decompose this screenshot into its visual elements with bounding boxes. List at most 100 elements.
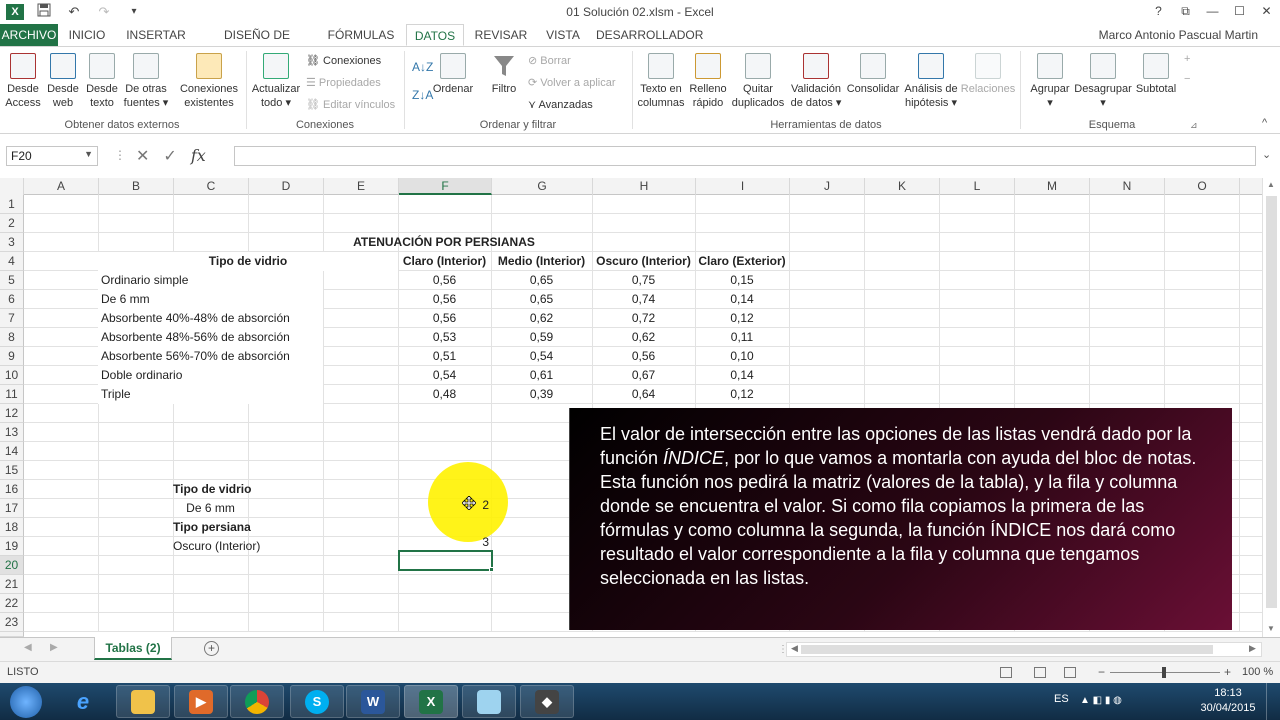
table-cell[interactable]: 0,56 bbox=[398, 290, 491, 309]
tab-formulas[interactable]: FÓRMULAS bbox=[324, 24, 398, 46]
dropdown-tipo-persiana[interactable]: Oscuro (Interior) bbox=[173, 537, 260, 556]
expand-formula-bar-icon[interactable]: ⌄ bbox=[1262, 148, 1271, 161]
subtotal-button[interactable]: Subtotal bbox=[1132, 53, 1180, 96]
row-header[interactable]: 18 bbox=[0, 518, 24, 537]
column-header[interactable]: C bbox=[174, 178, 249, 195]
column-header[interactable]: G bbox=[492, 178, 593, 195]
column-header[interactable]: E bbox=[324, 178, 399, 195]
table-cell[interactable]: 0,15 bbox=[695, 271, 789, 290]
table-cell[interactable]: 0,10 bbox=[695, 347, 789, 366]
col-header-medio-interior[interactable]: Medio (Interior) bbox=[491, 252, 592, 271]
table-cell[interactable]: 0,56 bbox=[398, 271, 491, 290]
group-button[interactable]: Agrupar ▾ bbox=[1026, 53, 1074, 110]
header-tipo-vidrio[interactable]: Tipo de vidrio bbox=[98, 252, 398, 271]
column-header[interactable]: I bbox=[696, 178, 790, 195]
page-break-icon[interactable] bbox=[1064, 667, 1076, 678]
row-header[interactable]: 6 bbox=[0, 290, 24, 309]
column-header[interactable]: L bbox=[940, 178, 1015, 195]
column-header[interactable]: H bbox=[593, 178, 696, 195]
show-desktop-button[interactable] bbox=[1266, 683, 1280, 720]
connections-button[interactable]: ⛓ Conexiones bbox=[306, 53, 381, 69]
tab-vista[interactable]: VISTA bbox=[538, 24, 588, 46]
taskbar-ie[interactable]: e bbox=[56, 685, 110, 718]
scroll-left-icon[interactable]: ◀ bbox=[791, 643, 798, 654]
taskbar-word[interactable]: W bbox=[346, 685, 400, 718]
fill-handle[interactable] bbox=[489, 567, 494, 572]
table-cell[interactable]: 0,56 bbox=[592, 347, 695, 366]
table-cell[interactable]: 0,62 bbox=[491, 309, 592, 328]
row-header[interactable]: 10 bbox=[0, 366, 24, 385]
table-cell[interactable]: 0,14 bbox=[695, 290, 789, 309]
next-sheet-icon[interactable]: ▶ bbox=[50, 642, 58, 653]
sort-az-icon[interactable]: A↓Z bbox=[412, 59, 433, 75]
start-orb-icon[interactable] bbox=[10, 686, 42, 718]
table-cell[interactable]: 0,62 bbox=[592, 328, 695, 347]
what-if-analysis-button[interactable]: Análisis de hipótesis ▾ bbox=[902, 53, 960, 110]
name-box-dropdown-icon[interactable]: ▼ bbox=[84, 149, 93, 159]
table-cell[interactable]: 0,59 bbox=[491, 328, 592, 347]
col-header-claro-exterior[interactable]: Claro (Exterior) bbox=[695, 252, 789, 271]
scroll-right-icon[interactable]: ▶ bbox=[1249, 643, 1256, 654]
minimize-button[interactable]: — bbox=[1199, 0, 1226, 22]
reapply-button[interactable]: ⟳ Volver a aplicar bbox=[528, 75, 616, 91]
table-cell[interactable]: 0,53 bbox=[398, 328, 491, 347]
sheet-tab-tablas-2[interactable]: Tablas (2) bbox=[94, 637, 172, 660]
zoom-level[interactable]: 100 % bbox=[1242, 666, 1273, 678]
maximize-button[interactable]: ☐ bbox=[1226, 0, 1253, 22]
table-cell[interactable]: 0,72 bbox=[592, 309, 695, 328]
column-header[interactable]: B bbox=[99, 178, 174, 195]
table-row-name[interactable]: Ordinario simple bbox=[98, 271, 323, 290]
edit-links-button[interactable]: ⛓ Editar vínculos bbox=[306, 97, 395, 113]
table-cell[interactable]: 0,75 bbox=[592, 271, 695, 290]
scroll-down-icon[interactable]: ▼ bbox=[1267, 624, 1275, 633]
row-header[interactable]: 16 bbox=[0, 480, 24, 499]
tab-revisar[interactable]: REVISAR bbox=[472, 24, 530, 46]
column-header[interactable]: J bbox=[790, 178, 865, 195]
data-validation-button[interactable]: Validación de datos ▾ bbox=[788, 53, 844, 110]
cancel-entry-icon[interactable]: ✕ bbox=[136, 146, 149, 166]
table-cell[interactable]: 0,39 bbox=[491, 385, 592, 404]
sort-button[interactable]: Ordenar bbox=[432, 53, 474, 96]
taskbar-explorer[interactable] bbox=[116, 685, 170, 718]
user-name[interactable]: Marco Antonio Pascual Martin bbox=[1099, 28, 1258, 42]
table-cell[interactable]: 0,12 bbox=[695, 309, 789, 328]
row-header[interactable]: 3 bbox=[0, 233, 24, 252]
table-row-name[interactable]: Absorbente 40%-48% de absorción bbox=[98, 309, 323, 328]
table-row-name[interactable]: Triple bbox=[98, 385, 323, 404]
tab-desarrollador[interactable]: DESARROLLADOR bbox=[596, 24, 703, 46]
scroll-thumb[interactable] bbox=[1266, 196, 1277, 608]
row-header[interactable]: 19 bbox=[0, 537, 24, 556]
from-text-button[interactable]: Desde texto bbox=[84, 53, 120, 110]
cell-f19[interactable]: 3 bbox=[399, 533, 492, 552]
normal-view-icon[interactable] bbox=[1000, 667, 1012, 678]
add-sheet-button[interactable]: + bbox=[204, 641, 219, 656]
table-cell[interactable]: 0,64 bbox=[592, 385, 695, 404]
from-access-button[interactable]: Desde Access bbox=[4, 53, 42, 110]
ungroup-button[interactable]: Desagrupar ▾ bbox=[1074, 53, 1132, 110]
column-header[interactable]: A bbox=[24, 178, 99, 195]
horizontal-scrollbar[interactable]: ◀ ▶ bbox=[786, 642, 1262, 657]
table-cell[interactable]: 0,12 bbox=[695, 385, 789, 404]
collapse-ribbon-icon[interactable]: ^ bbox=[1262, 115, 1267, 131]
row-header[interactable]: 15 bbox=[0, 461, 24, 480]
language-indicator[interactable]: ES bbox=[1054, 693, 1069, 705]
label-tipo-persiana[interactable]: Tipo persiana bbox=[173, 518, 251, 537]
insert-function-icon[interactable]: fx bbox=[191, 146, 206, 166]
tab-inicio[interactable]: INICIO bbox=[62, 24, 112, 46]
row-header[interactable]: 17 bbox=[0, 499, 24, 518]
cell-f17[interactable]: 2 bbox=[399, 496, 492, 515]
flash-fill-button[interactable]: Relleno rápido bbox=[688, 53, 728, 110]
col-header-claro-interior[interactable]: Claro (Interior) bbox=[398, 252, 491, 271]
outline-dialog-launcher-icon[interactable]: ⊿ bbox=[1190, 117, 1198, 133]
existing-connections-button[interactable]: Conexiones existentes bbox=[178, 53, 240, 110]
table-row-name[interactable]: Absorbente 48%-56% de absorción bbox=[98, 328, 323, 347]
ribbon-display-button[interactable]: ⧉ bbox=[1172, 0, 1199, 22]
taskbar-media[interactable]: ▶ bbox=[174, 685, 228, 718]
close-button[interactable]: ✕ bbox=[1253, 0, 1280, 22]
tab-archivo[interactable]: ARCHIVO bbox=[0, 24, 58, 46]
remove-duplicates-button[interactable]: Quitar duplicados bbox=[730, 53, 786, 110]
table-row-name[interactable]: De 6 mm bbox=[98, 290, 323, 309]
sort-za-icon[interactable]: Z↓A bbox=[412, 87, 433, 103]
show-detail-icon[interactable]: + bbox=[1184, 51, 1190, 67]
h-scroll-thumb[interactable] bbox=[801, 645, 1213, 654]
